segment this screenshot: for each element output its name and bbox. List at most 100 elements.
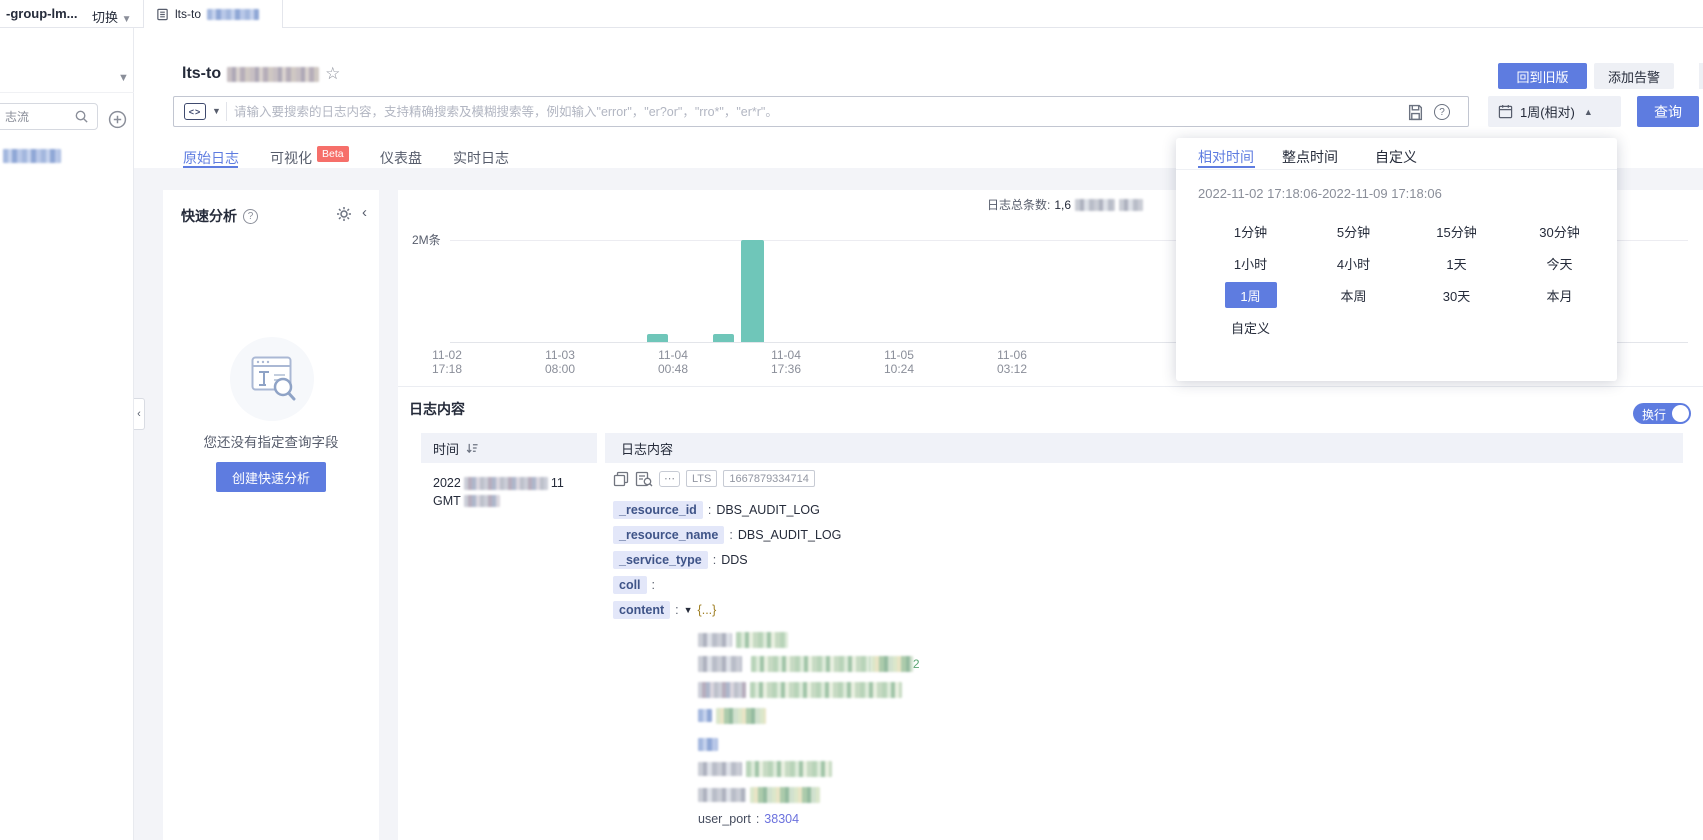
x-axis-tick: 11-0417:36	[771, 348, 801, 376]
time-option[interactable]: 4小时	[1302, 247, 1405, 279]
clipped-button[interactable]	[1699, 63, 1703, 89]
log-time-line2: GMT	[433, 494, 500, 508]
view-detail-icon[interactable]	[635, 471, 653, 487]
tab-realtime-logs[interactable]: 实时日志	[453, 148, 509, 168]
time-option[interactable]: 自定义	[1199, 311, 1302, 343]
separator	[729, 528, 732, 542]
chevron-down-icon: ▼	[122, 14, 132, 25]
time-option[interactable]: 1天	[1405, 247, 1508, 279]
column-header-content[interactable]: 日志内容	[605, 433, 1683, 463]
code-mode-icon[interactable]: <>	[184, 103, 206, 120]
log-group-name: -group-lm...	[6, 6, 78, 21]
log-field-row: _service_type DDS	[613, 551, 748, 569]
chart-bar	[741, 240, 764, 342]
time-range-selector[interactable]: 1周(相对) ▲	[1488, 96, 1621, 127]
log-field-row: _resource_name DBS_AUDIT_LOG	[613, 526, 841, 544]
separator	[708, 503, 711, 517]
censored-content-line	[698, 681, 902, 699]
page-title: lts-to ☆	[182, 64, 340, 84]
censored-content-line: 2	[698, 655, 920, 673]
stream-tab[interactable]: lts-to	[143, 0, 283, 28]
time-option[interactable]: 今天	[1508, 247, 1611, 279]
tag-timestamp[interactable]: 1667879334714	[723, 470, 815, 487]
save-icon[interactable]	[1407, 104, 1424, 121]
log-field-row: coll	[613, 576, 655, 594]
caret-down-icon[interactable]: ▼	[684, 605, 693, 615]
x-axis-tick: 11-0603:12	[997, 348, 1027, 376]
censored-title	[227, 67, 319, 82]
field-key[interactable]: coll	[613, 576, 647, 594]
active-tab-underline	[183, 166, 238, 168]
censored-stream-item[interactable]	[3, 149, 61, 163]
column-header-time[interactable]: 时间	[421, 433, 597, 463]
censored-time	[464, 477, 548, 490]
field-value[interactable]: 38304	[764, 812, 799, 826]
time-option[interactable]: 本月	[1508, 279, 1611, 311]
censored-content-line	[698, 760, 832, 778]
help-icon[interactable]: ?	[1434, 104, 1450, 120]
tag-lts[interactable]: LTS	[686, 470, 717, 487]
divider	[398, 386, 1703, 387]
x-axis-tick: 11-0308:00	[545, 348, 575, 376]
sort-icon[interactable]	[465, 442, 479, 455]
search-icon[interactable]	[74, 109, 89, 124]
query-button[interactable]: 查询	[1637, 96, 1699, 127]
user-port-row: user_port 38304	[698, 812, 799, 826]
time-option[interactable]: 5分钟	[1302, 215, 1405, 247]
collapse-icon[interactable]: ‹	[362, 204, 367, 221]
back-to-old-button[interactable]: 回到旧版	[1498, 63, 1587, 89]
censored-content-line	[698, 786, 820, 804]
field-key[interactable]: _resource_name	[613, 526, 724, 544]
censored-stream-name	[207, 9, 259, 20]
caret-down-icon[interactable]: ▼	[212, 106, 221, 116]
quick-analysis-title: 快速分析 ?	[181, 206, 258, 226]
empty-state-text: 您还没有指定查询字段	[163, 431, 379, 451]
question-icon[interactable]: ?	[243, 209, 258, 224]
field-value: DDS	[721, 553, 747, 567]
wrap-toggle-label: 换行	[1642, 406, 1666, 423]
switch-group-button[interactable]: 切换 ▼	[92, 7, 132, 26]
tab-visualization[interactable]: 可视化	[270, 148, 312, 168]
search-input[interactable]	[234, 98, 1374, 125]
log-time-line1: 2022 11	[433, 476, 564, 490]
time-option[interactable]: 30分钟	[1508, 215, 1611, 247]
chevron-down-icon[interactable]: ▼	[118, 72, 129, 84]
field-key[interactable]: _service_type	[613, 551, 708, 569]
tab-whole-point-time[interactable]: 整点时间	[1282, 147, 1338, 167]
field-key[interactable]: content	[613, 601, 670, 619]
json-collapsed-value[interactable]: {...}	[698, 603, 717, 617]
field-key[interactable]: _resource_id	[613, 501, 703, 519]
copy-icon[interactable]	[613, 471, 629, 487]
create-quick-analysis-button[interactable]: 创建快速分析	[216, 462, 326, 492]
more-icon[interactable]: ⋯	[659, 471, 680, 487]
stream-tab-icon	[156, 8, 169, 21]
gear-icon[interactable]	[336, 206, 352, 222]
add-alarm-button[interactable]: 添加告警	[1594, 63, 1674, 89]
separator	[675, 603, 678, 617]
time-option[interactable]: 1小时	[1199, 247, 1302, 279]
time-option[interactable]: 1分钟	[1199, 215, 1302, 247]
stream-search-input[interactable]: 志流	[0, 103, 98, 130]
tab-custom-time[interactable]: 自定义	[1375, 147, 1417, 167]
tab-raw-logs[interactable]: 原始日志	[183, 148, 239, 168]
stream-tab-label: lts-to	[175, 7, 201, 21]
censored-content-line	[698, 707, 766, 725]
time-option-selected[interactable]: 1周	[1225, 282, 1277, 308]
sidebar-collapse-handle[interactable]: ‹	[134, 398, 145, 430]
time-option[interactable]: 15分钟	[1405, 215, 1508, 247]
chart-bar	[713, 334, 734, 342]
tab-relative-time[interactable]: 相对时间	[1198, 147, 1254, 167]
x-axis-tick: 11-0400:48	[658, 348, 688, 376]
relative-time-options: 1分钟 5分钟 15分钟 30分钟 1小时 4小时 1天 今天 1周 本周 30…	[1199, 215, 1611, 343]
tab-dashboard[interactable]: 仪表盘	[380, 148, 422, 168]
log-row-toolbar: ⋯ LTS 1667879334714	[613, 470, 815, 487]
field-key: user_port	[698, 812, 751, 826]
top-bar: -group-lm... 切换 ▼ lts-to	[0, 0, 1703, 28]
star-icon[interactable]: ☆	[325, 64, 340, 84]
time-option[interactable]: 本周	[1302, 279, 1405, 311]
separator	[652, 578, 655, 592]
wrap-toggle[interactable]: 换行	[1633, 403, 1691, 424]
log-content-title: 日志内容	[409, 399, 465, 419]
add-stream-icon[interactable]	[108, 110, 128, 130]
time-option[interactable]: 30天	[1405, 279, 1508, 311]
